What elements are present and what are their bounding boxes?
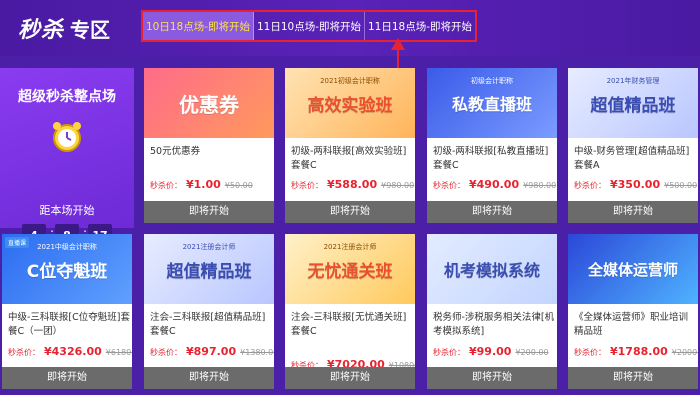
product-title: 《全媒体运营师》职业培训精品班 xyxy=(574,312,689,337)
thumbnail-note: 初级会计职称 xyxy=(471,77,513,85)
annotation-arrow-head xyxy=(391,38,405,50)
countdown-label: 距本场开始 xyxy=(39,204,95,217)
product-thumbnail: 2021注册会计师 无忧通关班 xyxy=(285,234,415,304)
tab-session-2[interactable]: 11日10点场-即将开始 xyxy=(254,12,365,40)
thumbnail-title: 高效实验班 xyxy=(307,95,393,116)
price-row: 秒杀价： ¥99.00 ¥200.00 xyxy=(433,345,555,358)
price-row: 秒杀价： ¥588.00 ¥980.00 xyxy=(291,178,415,191)
original-price: ¥980.00 xyxy=(523,181,557,190)
product-card[interactable]: 直播课 2021中级会计职称 C位夺魁班 中级-三科联报[C位夺魁班]套餐C（一… xyxy=(2,234,132,389)
product-card[interactable]: 2021初级会计职称 高效实验班 初级-两科联报[高效实验班]套餐C 秒杀价： … xyxy=(285,68,415,223)
price-label: 秒杀价： xyxy=(291,181,323,190)
thumbnail-note: 2021注册会计师 xyxy=(182,243,236,251)
sale-price: ¥490.00 xyxy=(469,178,520,191)
product-title: 初级-两科联报[高效实验班]套餐C xyxy=(291,146,407,171)
price-label: 秒杀价： xyxy=(150,181,182,190)
logo: 秒杀 专区 xyxy=(18,12,110,44)
alarm-clock-icon xyxy=(53,122,81,152)
sale-price: ¥4326.00 xyxy=(44,345,102,358)
product-title: 中级-财务管理[超值精品班]套餐A xyxy=(574,146,690,171)
product-thumbnail: 2021注册会计师 超值精品班 xyxy=(144,234,274,304)
coming-soon-button[interactable]: 即将开始 xyxy=(427,367,557,389)
coming-soon-button[interactable]: 即将开始 xyxy=(285,201,415,223)
product-card[interactable]: 优惠券 50元优惠券 秒杀价： ¥1.00 ¥50.00 即将开始 xyxy=(144,68,274,223)
sale-price: ¥350.00 xyxy=(610,178,661,191)
original-price: ¥980.00 xyxy=(381,181,415,190)
price-label: 秒杀价： xyxy=(8,348,40,357)
price-label: 秒杀价： xyxy=(574,181,606,190)
thumbnail-title: 超值精品班 xyxy=(590,95,676,116)
product-card[interactable]: 全媒体运营师 《全媒体运营师》职业培训精品班 秒杀价： ¥1788.00 ¥20… xyxy=(568,234,698,389)
product-title: 税务师-涉税服务相关法律[机考模拟系统] xyxy=(433,312,555,337)
product-thumbnail: 直播课 2021中级会计职称 C位夺魁班 xyxy=(2,234,132,304)
price-row: 秒杀价： ¥350.00 ¥500.00 xyxy=(574,178,698,191)
thumbnail-title: 私教直播班 xyxy=(451,95,532,114)
product-title: 50元优惠券 xyxy=(150,146,201,157)
thumbnail-title: C位夺魁班 xyxy=(26,261,108,282)
coming-soon-button[interactable]: 即将开始 xyxy=(285,367,415,389)
coming-soon-button[interactable]: 即将开始 xyxy=(568,201,698,223)
product-title: 中级-三科联报[C位夺魁班]套餐C（一团） xyxy=(8,312,130,337)
product-thumbnail: 机考模拟系统 xyxy=(427,234,557,304)
sale-price: ¥588.00 xyxy=(327,178,378,191)
product-thumbnail: 初级会计职称 私教直播班 xyxy=(427,68,557,138)
original-price: ¥200.00 xyxy=(515,348,549,357)
price-label: 秒杀价： xyxy=(433,348,465,357)
thumbnail-title: 无忧通关班 xyxy=(307,261,393,282)
price-row: 秒杀价： ¥490.00 ¥980.00 xyxy=(433,178,557,191)
thumbnail-title: 优惠券 xyxy=(179,92,239,117)
thumbnail-note: 2021注册会计师 xyxy=(323,243,377,251)
price-row: 秒杀价： ¥897.00 ¥1380.00 xyxy=(150,345,274,358)
tab-session-3[interactable]: 11日18点场-即将开始 xyxy=(365,12,475,40)
product-thumbnail: 2021年财务管理 超值精品班 xyxy=(568,68,698,138)
coming-soon-button[interactable]: 即将开始 xyxy=(144,201,274,223)
thumbnail-title: 机考模拟系统 xyxy=(443,261,540,280)
product-card[interactable]: 初级会计职称 私教直播班 初级-两科联报[私教直播班]套餐C 秒杀价： ¥490… xyxy=(427,68,557,223)
product-thumbnail: 2021初级会计职称 高效实验班 xyxy=(285,68,415,138)
countdown-panel: 超级秒杀整点场 距本场开始 4 : 8 : 17 xyxy=(0,68,134,246)
product-card[interactable]: 2021注册会计师 无忧通关班 注会-三科联报[无忧通关班]套餐C 秒杀价： ¥… xyxy=(285,234,415,389)
price-row: 秒杀价： ¥4326.00 ¥6180.00 xyxy=(8,345,132,358)
coming-soon-button[interactable]: 即将开始 xyxy=(2,367,132,389)
product-title: 注会-三科联报[无忧通关班]套餐C xyxy=(291,312,407,337)
original-price: ¥50.00 xyxy=(224,181,253,190)
logo-sub-text: 专区 xyxy=(70,17,111,42)
thumbnail-title: 全媒体运营师 xyxy=(587,260,678,279)
sale-price: ¥99.00 xyxy=(469,345,512,358)
thumbnail-note: 2021中级会计职称 xyxy=(37,243,97,251)
session-tabs: 10日18点场-即将开始 11日10点场-即将开始 11日18点场-即将开始 xyxy=(141,10,477,42)
thumbnail-note: 2021年财务管理 xyxy=(606,77,660,85)
original-price: ¥1380.00 xyxy=(240,348,274,357)
product-title: 注会-三科联报[超值精品班]套餐C xyxy=(150,312,266,337)
product-card[interactable]: 2021注册会计师 超值精品班 注会-三科联报[超值精品班]套餐C 秒杀价： ¥… xyxy=(144,234,274,389)
coming-soon-button[interactable]: 即将开始 xyxy=(568,367,698,389)
coming-soon-button[interactable]: 即将开始 xyxy=(427,201,557,223)
thumbnail-note: 2021初级会计职称 xyxy=(320,77,380,85)
product-card[interactable]: 2021年财务管理 超值精品班 中级-财务管理[超值精品班]套餐A 秒杀价： ¥… xyxy=(568,68,698,223)
product-title: 初级-两科联报[私教直播班]套餐C xyxy=(433,146,549,171)
price-row: 秒杀价： ¥1.00 ¥50.00 xyxy=(150,178,272,191)
panel-title: 超级秒杀整点场 xyxy=(18,89,116,105)
product-card[interactable]: 机考模拟系统 税务师-涉税服务相关法律[机考模拟系统] 秒杀价： ¥99.00 … xyxy=(427,234,557,389)
logo-main-text: 秒杀 xyxy=(18,18,65,43)
price-label: 秒杀价： xyxy=(574,348,606,357)
sale-price: ¥897.00 xyxy=(186,345,237,358)
coming-soon-button[interactable]: 即将开始 xyxy=(144,367,274,389)
original-price: ¥500.00 xyxy=(664,181,698,190)
price-label: 秒杀价： xyxy=(433,181,465,190)
sale-price: ¥1.00 xyxy=(186,178,221,191)
price-label: 秒杀价： xyxy=(150,348,182,357)
original-price: ¥6180.00 xyxy=(105,348,132,357)
sale-price: ¥1788.00 xyxy=(610,345,668,358)
tab-session-1[interactable]: 10日18点场-即将开始 xyxy=(143,12,254,40)
product-thumbnail: 优惠券 xyxy=(144,68,274,138)
price-row: 秒杀价： ¥1788.00 ¥2000.00 xyxy=(574,345,698,358)
product-thumbnail: 全媒体运营师 xyxy=(568,234,698,304)
thumbnail-title: 超值精品班 xyxy=(166,261,252,282)
original-price: ¥2000.00 xyxy=(671,348,698,357)
